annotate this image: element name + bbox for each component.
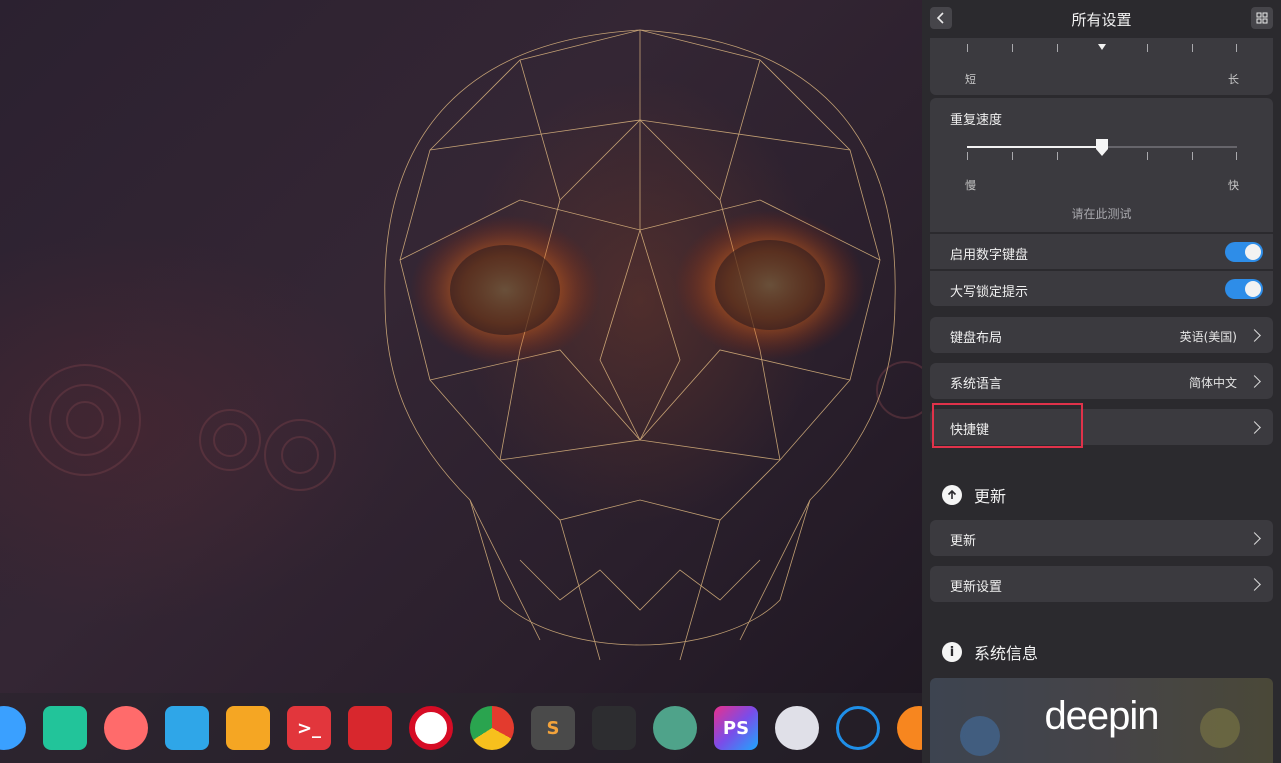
dock-app-chrome[interactable]: [470, 706, 514, 750]
dock-app-atom[interactable]: [653, 706, 697, 750]
speed-min-label: 慢: [965, 179, 976, 192]
update-settings-label: 更新设置: [950, 580, 1003, 595]
sysinfo-section-header: i 系统信息: [942, 640, 1038, 664]
arrow-up-icon: [942, 485, 962, 505]
dock-app-launcher[interactable]: [0, 706, 26, 750]
sysinfo-card: deepin: [930, 678, 1273, 763]
dock-app-screen-recorder[interactable]: [104, 706, 148, 750]
numlock-label: 启用数字键盘: [950, 248, 1029, 263]
dock-app-app-store[interactable]: [226, 706, 270, 750]
slider-handle[interactable]: [1094, 138, 1110, 158]
repeat-delay-slider[interactable]: [967, 44, 1237, 54]
dock-app-input-method[interactable]: [836, 706, 880, 750]
dock-app-phpstorm[interactable]: PS: [714, 706, 758, 750]
keyboard-layout-label: 键盘布局: [950, 331, 1003, 346]
deepin-logo: deepin: [1044, 694, 1159, 738]
system-language-value: 简体中文: [1188, 376, 1237, 390]
numlock-row[interactable]: 启用数字键盘: [930, 234, 1273, 269]
keyboard-layout-row[interactable]: 键盘布局 英语(美国): [930, 317, 1273, 353]
dock-app-archive-manager[interactable]: [165, 706, 209, 750]
repeat-speed-card: 重复速度 慢 快 请在此测试: [930, 98, 1273, 232]
control-center-panel: 所有设置 短 长 重复速度 慢 快 请在此测试 启用数字键盘 大写锁定提示 键盘…: [922, 0, 1281, 763]
system-language-label: 系统语言: [950, 377, 1003, 392]
all-settings-button[interactable]: [1251, 7, 1273, 29]
dock-app-terminal[interactable]: >_: [287, 706, 331, 750]
system-language-row[interactable]: 系统语言 简体中文: [930, 363, 1273, 399]
keyboard-layout-value: 英语(美国): [1179, 330, 1237, 344]
slider-handle[interactable]: [1098, 44, 1106, 50]
skull-artwork: [29, 29, 922, 661]
numlock-toggle[interactable]: [1225, 242, 1263, 262]
panel-titlebar: 所有设置: [922, 0, 1281, 38]
update-settings-row[interactable]: 更新设置: [930, 566, 1273, 602]
chevron-right-icon: [1248, 329, 1261, 342]
capslock-hint-toggle[interactable]: [1225, 279, 1263, 299]
chevron-right-icon: [1248, 421, 1261, 434]
repeat-speed-slider[interactable]: [967, 138, 1237, 160]
capslock-hint-label: 大写锁定提示: [950, 285, 1029, 300]
delay-min-label: 短: [965, 73, 976, 86]
repeat-delay-card: 短 长: [930, 38, 1273, 95]
repeat-test-input[interactable]: 请在此测试: [930, 205, 1273, 222]
info-icon: i: [942, 642, 962, 662]
update-section-title: 更新: [974, 487, 1007, 506]
chevron-right-icon: [1248, 578, 1261, 591]
panel-title: 所有设置: [1071, 11, 1132, 29]
dock: >_ O S PS: [0, 693, 941, 763]
repeat-speed-label: 重复速度: [950, 113, 1003, 128]
dock-app-opera[interactable]: O: [409, 706, 453, 750]
dock-app-netease-music[interactable]: [348, 706, 392, 750]
chevron-right-icon: [1248, 532, 1261, 545]
update-label: 更新: [950, 534, 977, 549]
dock-app-deepin-file-manager[interactable]: [43, 706, 87, 750]
desktop-wallpaper: [0, 0, 922, 763]
highlight-annotation: [932, 403, 1083, 448]
chevron-right-icon: [1248, 375, 1261, 388]
update-row[interactable]: 更新: [930, 520, 1273, 556]
grid-icon: [1256, 12, 1268, 24]
capslock-hint-row[interactable]: 大写锁定提示: [930, 271, 1273, 306]
update-section-header: 更新: [942, 483, 1006, 507]
speed-max-label: 快: [1228, 179, 1239, 192]
delay-max-label: 长: [1228, 73, 1239, 86]
dock-app-sublime-text[interactable]: S: [531, 706, 575, 750]
dock-app-visual-studio[interactable]: [592, 706, 636, 750]
dock-app-settings[interactable]: [775, 706, 819, 750]
sysinfo-section-title: 系统信息: [974, 644, 1039, 663]
